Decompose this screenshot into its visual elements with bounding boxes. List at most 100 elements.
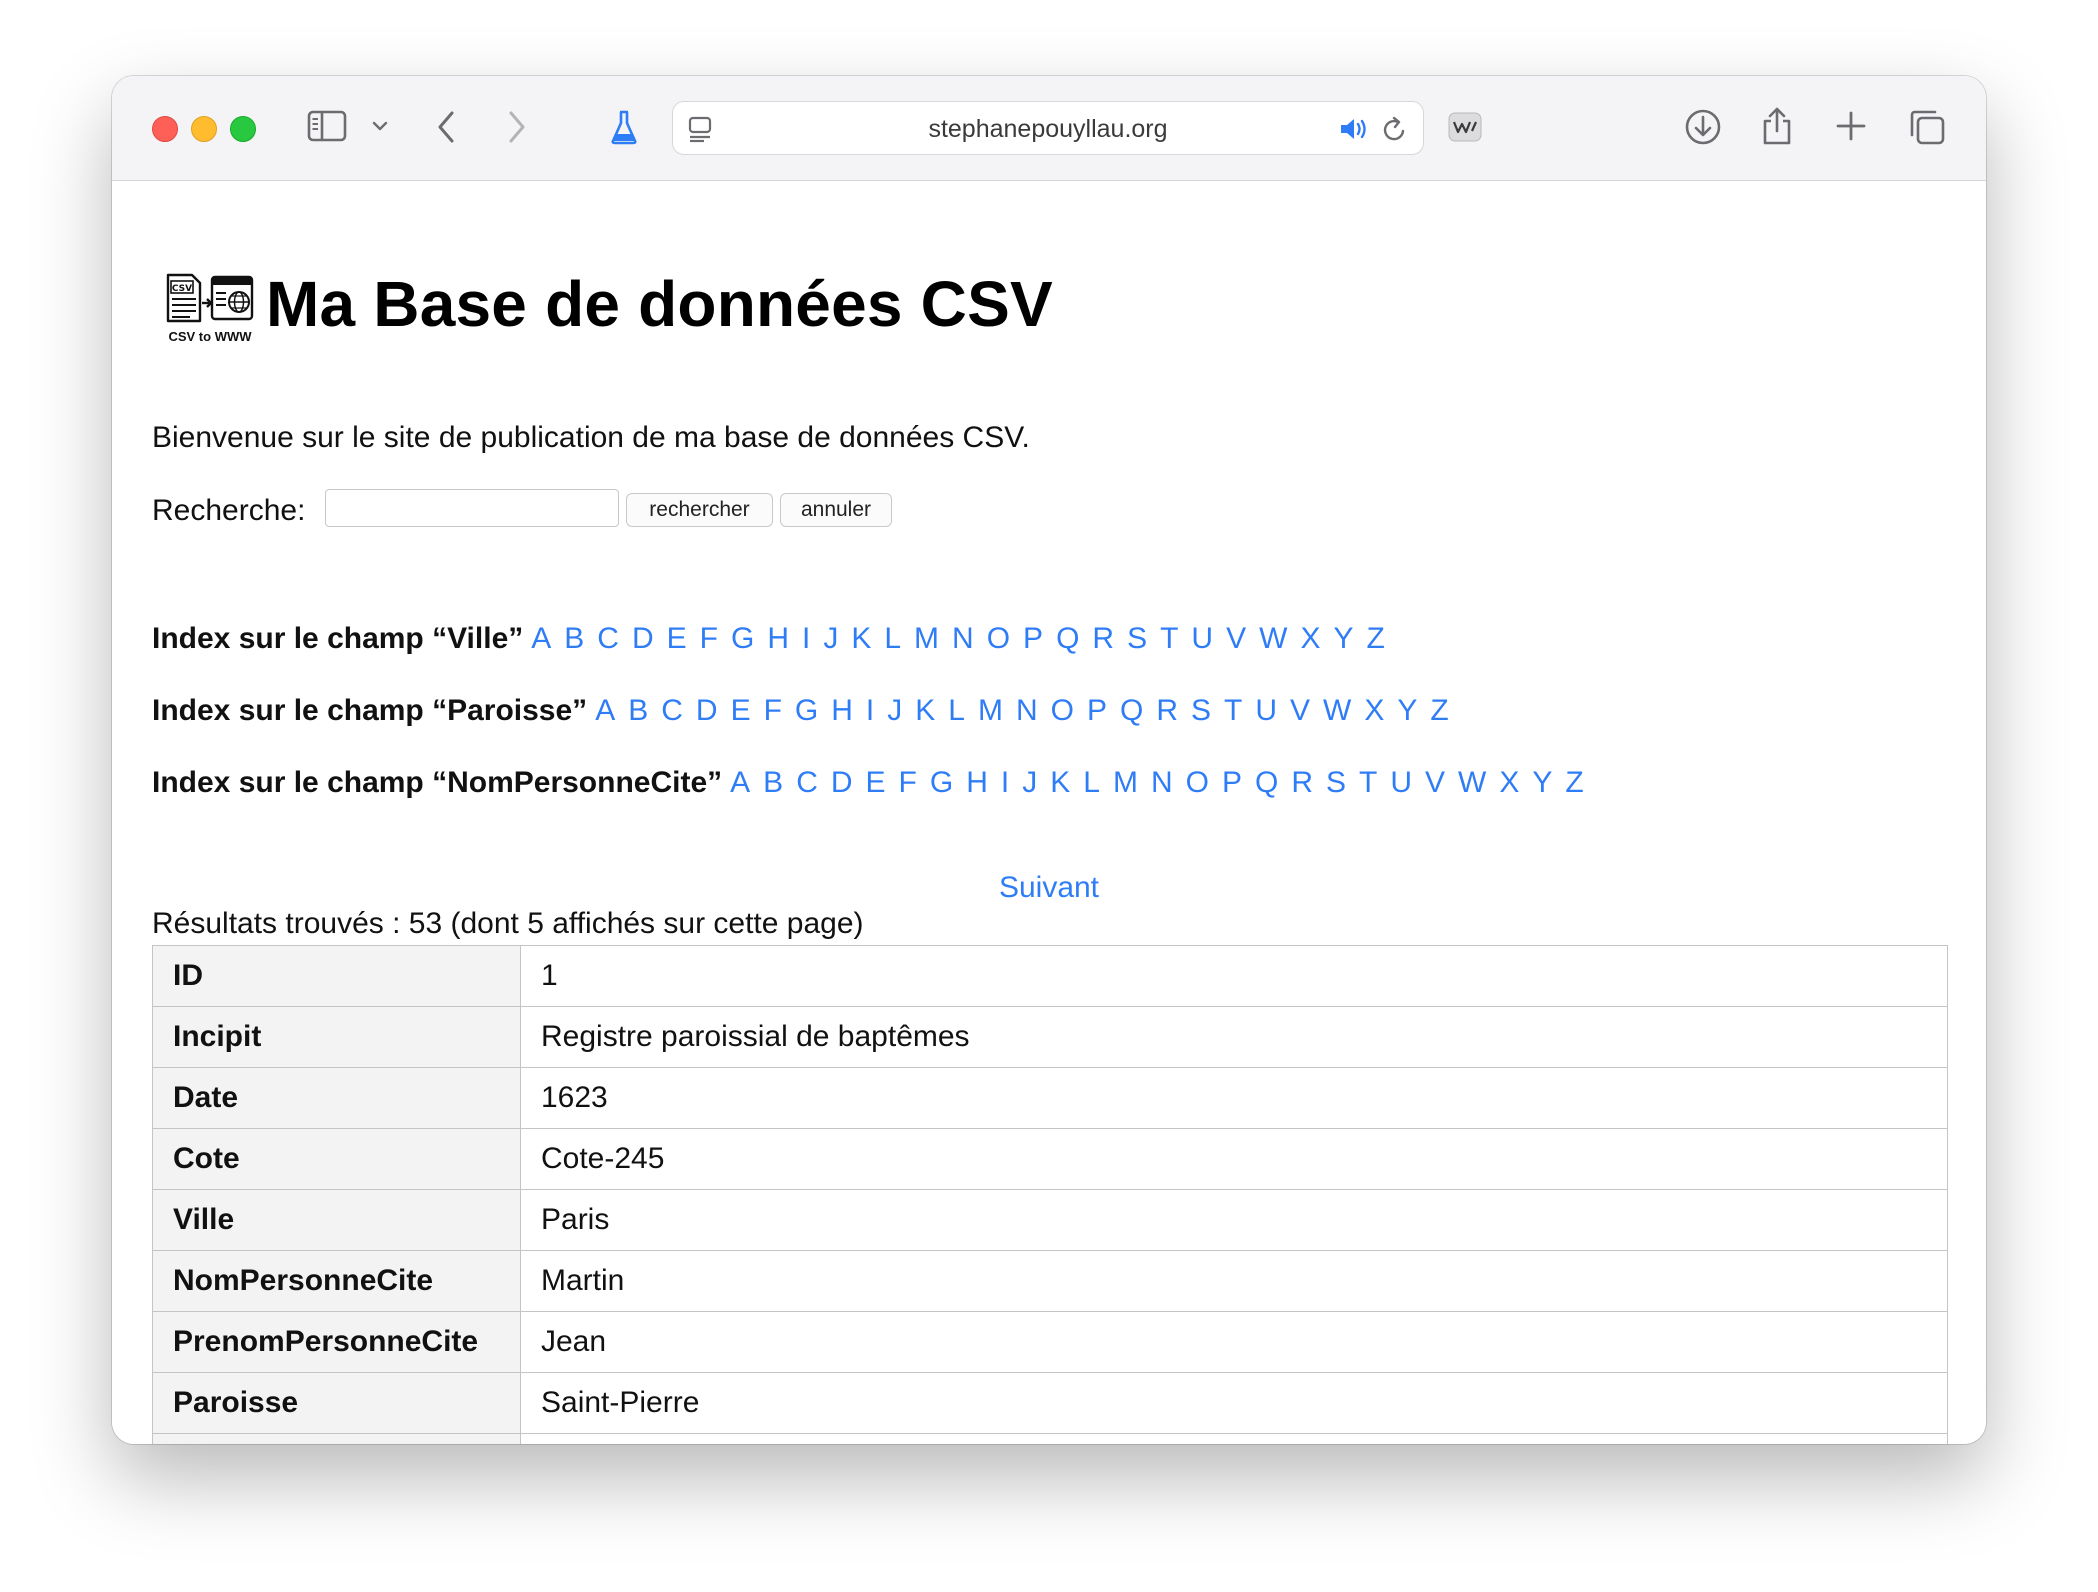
index-letter-link[interactable]: H (966, 766, 988, 800)
index-letter-link[interactable]: X (1499, 766, 1519, 800)
next-page-link[interactable]: Suivant (999, 871, 1099, 904)
index-letter-link[interactable]: N (1016, 694, 1038, 728)
index-letter-link[interactable]: H (767, 622, 789, 656)
index-letter-link[interactable]: O (1051, 694, 1074, 728)
index-letter-link[interactable]: V (1425, 766, 1445, 800)
index-letter-link[interactable]: J (887, 694, 902, 728)
index-letter-link[interactable]: T (1224, 694, 1242, 728)
index-letter-link[interactable]: S (1127, 622, 1147, 656)
index-letter-link[interactable]: Z (1430, 694, 1448, 728)
index-letter-link[interactable]: U (1390, 766, 1412, 800)
forward-icon[interactable] (505, 108, 529, 146)
index-letter-link[interactable]: J (823, 622, 838, 656)
index-letter-link[interactable]: M (978, 694, 1003, 728)
index-letter-link[interactable]: X (1364, 694, 1384, 728)
speaker-icon[interactable] (1339, 116, 1371, 142)
index-letter-link[interactable]: Z (1565, 766, 1583, 800)
table-row: Cote Cote-245 (152, 1128, 1948, 1190)
index-letter-link[interactable]: C (597, 622, 619, 656)
index-letter-link[interactable]: D (696, 694, 718, 728)
browser-toolbar: stephanepouyllau.org (112, 76, 1986, 181)
index-letter-link[interactable]: Q (1120, 694, 1143, 728)
chevron-down-icon[interactable] (370, 119, 390, 133)
index-letter-link[interactable]: G (795, 694, 818, 728)
index-letter-link[interactable]: U (1191, 622, 1213, 656)
index-letter-link[interactable]: D (632, 622, 654, 656)
index-letter-link[interactable]: E (667, 622, 687, 656)
index-letter-link[interactable]: E (731, 694, 751, 728)
minimize-window-button[interactable] (191, 116, 217, 142)
tab-overview-icon[interactable] (1908, 108, 1946, 146)
index-letter-link[interactable]: X (1300, 622, 1320, 656)
extension-icon[interactable] (1448, 112, 1482, 142)
index-letter-link[interactable]: Y (1397, 694, 1417, 728)
index-letter-link[interactable]: I (1001, 766, 1009, 800)
index-letter-link[interactable]: O (987, 622, 1010, 656)
close-window-button[interactable] (152, 116, 178, 142)
index-letter-link[interactable]: F (764, 694, 782, 728)
back-icon[interactable] (434, 108, 458, 146)
index-letter-link[interactable]: L (948, 694, 965, 728)
flask-icon[interactable] (610, 108, 638, 146)
address-bar[interactable]: stephanepouyllau.org (672, 101, 1424, 155)
index-letter-link[interactable]: Q (1255, 766, 1278, 800)
index-letter-link[interactable]: A (595, 694, 615, 728)
index-letter-link[interactable]: O (1186, 766, 1209, 800)
cancel-button[interactable]: annuler (780, 493, 892, 527)
index-letter-link[interactable]: V (1226, 622, 1246, 656)
index-letter-link[interactable]: S (1191, 694, 1211, 728)
search-button[interactable]: rechercher (626, 493, 773, 527)
new-tab-icon[interactable] (1834, 109, 1868, 143)
index-letter-link[interactable]: H (831, 694, 853, 728)
index-letter-link[interactable]: G (731, 622, 754, 656)
index-letter-link[interactable]: A (531, 622, 551, 656)
index-letter-link[interactable]: K (915, 694, 935, 728)
index-letter-link[interactable]: Q (1056, 622, 1079, 656)
index-letter-link[interactable]: M (914, 622, 939, 656)
index-letter-link[interactable]: Y (1333, 622, 1353, 656)
index-letter-link[interactable]: K (851, 622, 871, 656)
index-letter-link[interactable]: R (1291, 766, 1313, 800)
index-letter-link[interactable]: I (802, 622, 810, 656)
sidebar-icon[interactable] (307, 110, 347, 142)
index-letter-link[interactable]: F (700, 622, 718, 656)
index-letter-link[interactable]: T (1359, 766, 1377, 800)
index-letter-link[interactable]: J (1022, 766, 1037, 800)
index-letter-link[interactable]: C (661, 694, 683, 728)
index-letter-link[interactable]: G (930, 766, 953, 800)
index-letter-link[interactable]: W (1323, 694, 1351, 728)
index-letter-link[interactable]: K (1050, 766, 1070, 800)
index-letter-link[interactable]: B (763, 766, 783, 800)
index-letter-link[interactable]: F (899, 766, 917, 800)
index-letter-link[interactable]: W (1259, 622, 1287, 656)
index-letter-link[interactable]: Y (1532, 766, 1552, 800)
download-icon[interactable] (1684, 108, 1722, 146)
index-letter-link[interactable]: R (1092, 622, 1114, 656)
index-letter-link[interactable]: W (1458, 766, 1486, 800)
reload-icon[interactable] (1381, 114, 1409, 144)
zoom-window-button[interactable] (230, 116, 256, 142)
index-letter-link[interactable]: T (1160, 622, 1178, 656)
index-letter-link[interactable]: P (1087, 694, 1107, 728)
index-letter-link[interactable]: L (1083, 766, 1100, 800)
search-input[interactable] (325, 489, 619, 527)
index-letter-link[interactable]: I (866, 694, 874, 728)
index-letter-link[interactable]: B (628, 694, 648, 728)
index-letter-link[interactable]: U (1255, 694, 1277, 728)
index-letter-link[interactable]: R (1156, 694, 1178, 728)
index-letter-link[interactable]: V (1290, 694, 1310, 728)
index-letter-link[interactable]: P (1023, 622, 1043, 656)
index-letter-link[interactable]: N (1151, 766, 1173, 800)
index-letter-link[interactable]: E (866, 766, 886, 800)
index-letter-link[interactable]: C (796, 766, 818, 800)
index-letter-link[interactable]: P (1222, 766, 1242, 800)
index-letter-link[interactable]: N (952, 622, 974, 656)
index-letter-link[interactable]: S (1326, 766, 1346, 800)
share-icon[interactable] (1760, 106, 1794, 146)
index-letter-link[interactable]: B (564, 622, 584, 656)
index-letter-link[interactable]: D (831, 766, 853, 800)
index-letter-link[interactable]: A (730, 766, 750, 800)
index-letter-link[interactable]: L (884, 622, 901, 656)
index-letter-link[interactable]: Z (1366, 622, 1384, 656)
index-letter-link[interactable]: M (1113, 766, 1138, 800)
